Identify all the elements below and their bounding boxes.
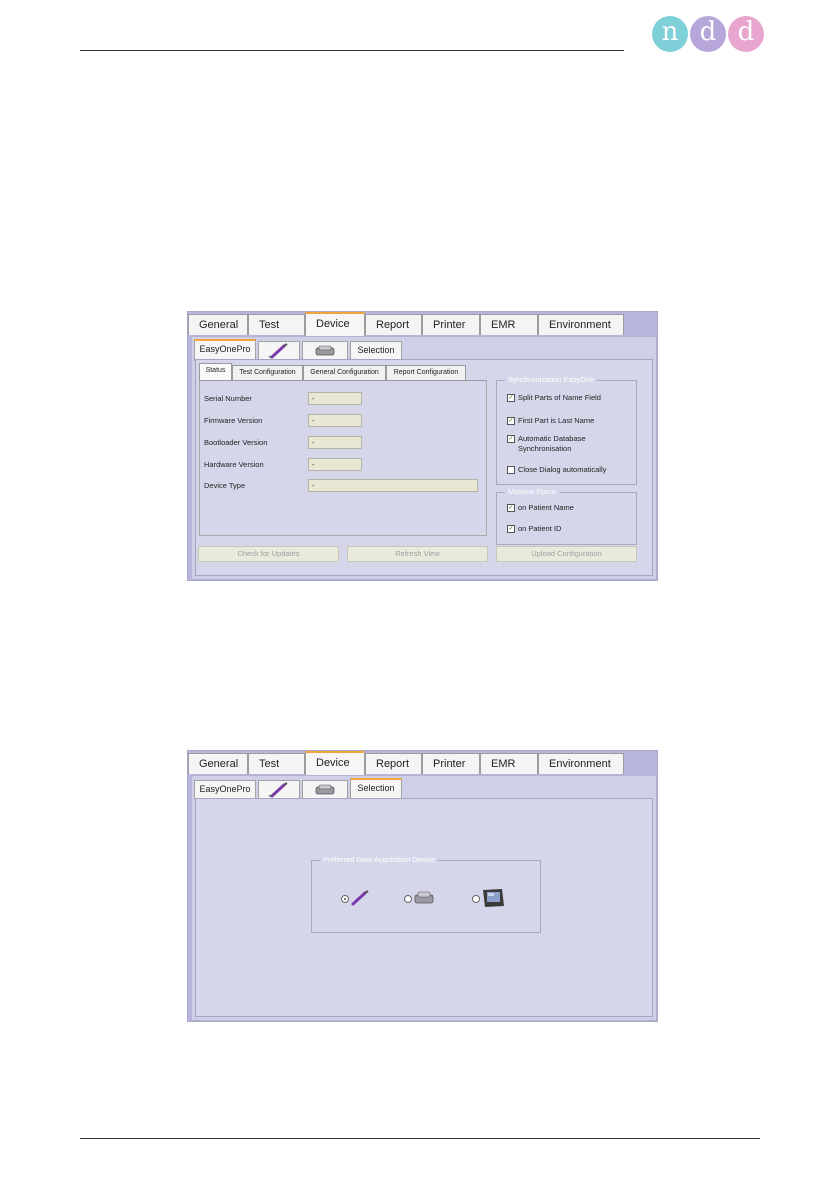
checkbox-checked-icon[interactable]: ✓ xyxy=(507,417,515,426)
sync-group-title: Synchronisation EasyOne xyxy=(505,375,598,384)
logo-letter-n: n xyxy=(652,16,688,52)
device-settings-window-easyonepro: General Test Device Report Printer EMR E… xyxy=(187,311,658,581)
header-rule xyxy=(80,50,624,51)
maximo-focus-group: Maximo Focus ✓ on Patient Name ✓ on Patien… xyxy=(496,487,637,545)
cradle-device-icon xyxy=(315,784,335,795)
subtab-cradle[interactable] xyxy=(302,341,348,360)
hardware-version-field: - xyxy=(308,458,362,471)
subtab-easyonepro[interactable]: EasyOnePro xyxy=(194,780,256,799)
patient-name-label: on Patient Name xyxy=(518,503,574,512)
radio-touchscreen[interactable] xyxy=(472,895,480,903)
tab-emr[interactable]: EMR xyxy=(480,314,538,335)
tab-general[interactable]: General xyxy=(188,753,248,774)
cradle-device-icon xyxy=(315,345,335,356)
selection-page: Preferred Data Acquisition Device xyxy=(195,798,653,1017)
tab-test[interactable]: Test xyxy=(248,753,305,774)
tab-report[interactable]: Report xyxy=(365,753,422,774)
main-tab-bar: General Test Device Report Printer EMR E… xyxy=(188,751,624,775)
logo-letter-d: d xyxy=(690,16,726,52)
main-tab-bar: General Test Device Report Printer EMR E… xyxy=(188,312,624,336)
spirette-pen-icon xyxy=(351,890,369,906)
tab-environment[interactable]: Environment xyxy=(538,314,624,335)
device-sub-tabs: EasyOnePro Selection xyxy=(194,339,404,361)
checkbox-checked-icon[interactable]: ✓ xyxy=(507,504,515,513)
checkbox-checked-icon[interactable]: ✓ xyxy=(507,435,515,444)
preferred-device-title: Preferred Data Acquisition Device xyxy=(320,855,439,864)
preferred-device-group: Preferred Data Acquisition Device xyxy=(311,855,541,933)
device-type-field: - xyxy=(308,479,478,492)
tab-device[interactable]: Device xyxy=(305,312,365,336)
tab-status[interactable]: Status xyxy=(199,363,232,380)
tab-printer[interactable]: Printer xyxy=(422,314,480,335)
checkbox-unchecked-icon[interactable] xyxy=(507,466,515,475)
subtab-spirette[interactable] xyxy=(258,780,300,799)
auto-db-sync-checkbox[interactable]: ✓ Automatic Database Synchronisation xyxy=(507,434,586,454)
tab-printer[interactable]: Printer xyxy=(422,753,480,774)
subtab-easyonepro[interactable]: EasyOnePro xyxy=(194,339,256,361)
device-settings-window-selection: General Test Device Report Printer EMR E… xyxy=(187,750,658,1022)
footer-rule xyxy=(80,1138,760,1139)
tab-general[interactable]: General xyxy=(188,314,248,335)
sync-easyone-group: Synchronisation EasyOne ✓ Split Parts of … xyxy=(496,375,637,485)
close-dialog-checkbox[interactable]: Close Dialog automatically xyxy=(507,465,607,475)
firmware-version-label: Firmware Version xyxy=(204,416,263,425)
tab-general-configuration[interactable]: General Configuration xyxy=(303,365,386,380)
auto-db-sync-label-2: Synchronisation xyxy=(518,444,572,453)
refresh-view-button[interactable]: Refresh View xyxy=(347,546,488,562)
tab-test-configuration[interactable]: Test Configuration xyxy=(232,365,303,380)
device-panel: EasyOnePro Selection Preferred Data Acqu… xyxy=(191,775,657,1021)
split-name-label: Split Parts of Name Field xyxy=(518,393,601,402)
split-name-checkbox[interactable]: ✓ Split Parts of Name Field xyxy=(507,393,601,403)
tab-report-configuration[interactable]: Report Configuration xyxy=(386,365,466,380)
status-page: Serial Number - Firmware Version - Bootl… xyxy=(199,380,487,536)
ndd-logo: n d d xyxy=(650,16,765,54)
spirette-pen-icon xyxy=(268,343,288,359)
close-dialog-label: Close Dialog automatically xyxy=(518,465,607,474)
radio-cradle[interactable] xyxy=(404,895,412,903)
first-part-last-name-checkbox[interactable]: ✓ First Part is Last Name xyxy=(507,416,595,426)
touchscreen-monitor-icon xyxy=(483,889,504,907)
spirette-pen-icon xyxy=(268,782,288,798)
maximo-group-title: Maximo Focus xyxy=(505,487,560,496)
patient-name-checkbox[interactable]: ✓ on Patient Name xyxy=(507,503,574,513)
patient-id-label: on Patient ID xyxy=(518,524,562,533)
config-tab-bar: Status Test Configuration General Config… xyxy=(199,363,466,380)
radio-spirette[interactable] xyxy=(341,895,349,903)
first-part-label: First Part is Last Name xyxy=(518,416,595,425)
tab-emr[interactable]: EMR xyxy=(480,753,538,774)
upload-configuration-button[interactable]: Upload Configuration xyxy=(496,546,637,562)
cradle-device-icon xyxy=(414,891,434,904)
serial-number-field: - xyxy=(308,392,362,405)
serial-number-label: Serial Number xyxy=(204,394,252,403)
patient-id-checkbox[interactable]: ✓ on Patient ID xyxy=(507,524,562,534)
checkbox-checked-icon[interactable]: ✓ xyxy=(507,525,515,534)
device-type-label: Device Type xyxy=(204,481,246,490)
subtab-cradle[interactable] xyxy=(302,780,348,799)
device-panel: EasyOnePro Selection Status Test Configu… xyxy=(191,336,657,580)
check-updates-button[interactable]: Check for Updates xyxy=(198,546,339,562)
device-sub-tabs: EasyOnePro Selection xyxy=(194,778,404,800)
subtab-selection[interactable]: Selection xyxy=(350,778,402,800)
firmware-version-field: - xyxy=(308,414,362,427)
subtab-spirette[interactable] xyxy=(258,341,300,360)
bootloader-version-label: Bootloader Version xyxy=(204,438,268,447)
checkbox-checked-icon[interactable]: ✓ xyxy=(507,394,515,403)
subtab-selection[interactable]: Selection xyxy=(350,341,402,360)
easyonepro-settings: Status Test Configuration General Config… xyxy=(195,359,653,576)
tab-environment[interactable]: Environment xyxy=(538,753,624,774)
auto-db-sync-label: Automatic Database xyxy=(518,434,586,443)
hardware-version-label: Hardware Version xyxy=(204,460,264,469)
tab-test[interactable]: Test xyxy=(248,314,305,335)
bootloader-version-field: - xyxy=(308,436,362,449)
tab-device[interactable]: Device xyxy=(305,751,365,775)
logo-letter-d: d xyxy=(728,16,764,52)
tab-report[interactable]: Report xyxy=(365,314,422,335)
